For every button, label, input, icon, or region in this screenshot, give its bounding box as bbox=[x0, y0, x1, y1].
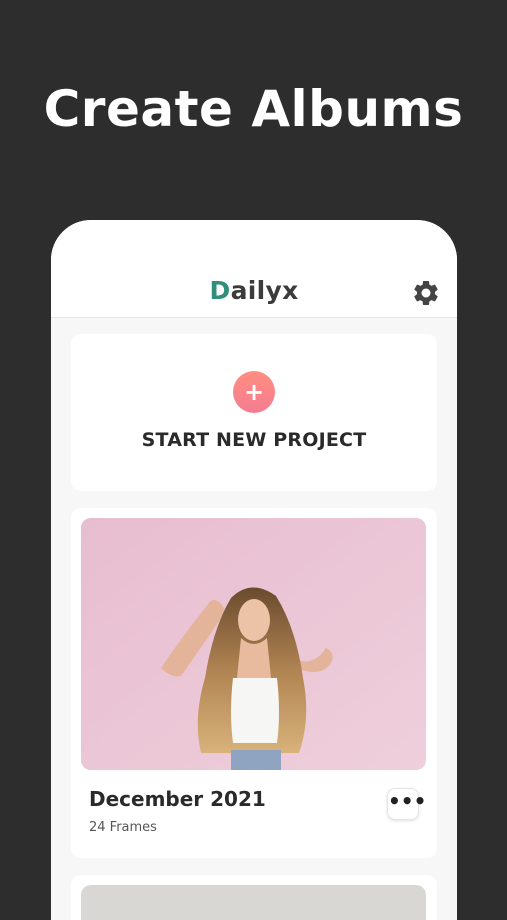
album-frame-count: 24 Frames bbox=[89, 820, 157, 835]
app-logo: Dailyx bbox=[51, 276, 457, 305]
album-card-next[interactable] bbox=[71, 875, 437, 920]
logo-initial: D bbox=[209, 276, 231, 305]
headline: Create Albums bbox=[43, 80, 464, 138]
album-cover-photo[interactable] bbox=[81, 518, 426, 770]
album-card[interactable]: December 2021 24 Frames ••• bbox=[71, 508, 437, 858]
album-title: December 2021 bbox=[89, 787, 266, 811]
start-new-project-label: START NEW PROJECT bbox=[141, 429, 367, 451]
more-options-button[interactable]: ••• bbox=[387, 788, 426, 820]
logo-rest: ailyx bbox=[230, 276, 299, 305]
phone-frame: Dailyx + START NEW PROJECT December 2021… bbox=[51, 220, 457, 920]
gear-icon[interactable] bbox=[411, 278, 441, 308]
start-new-project-card[interactable]: + START NEW PROJECT bbox=[71, 334, 437, 491]
add-project-button[interactable]: + bbox=[233, 371, 275, 413]
album-cover-photo-next[interactable] bbox=[81, 885, 426, 920]
app-header: Dailyx bbox=[51, 220, 457, 318]
